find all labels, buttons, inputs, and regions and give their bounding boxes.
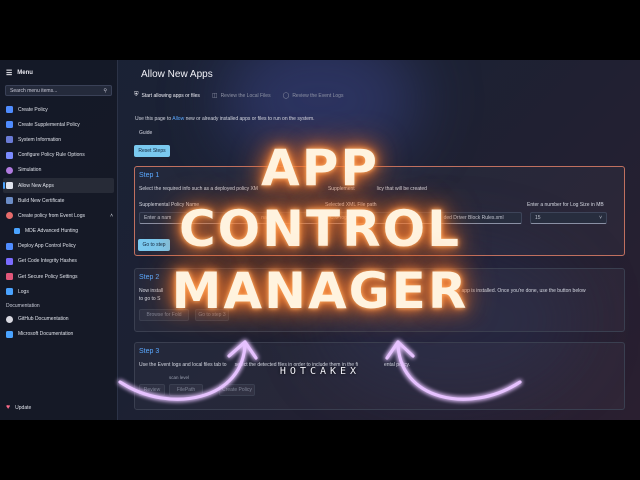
sidebar-item-mde-advanced-hunting[interactable]: MDE Advanced Hunting <box>0 224 117 239</box>
sidebar-item-create-policy[interactable]: Create Policy <box>0 102 117 117</box>
hash-icon <box>6 257 13 265</box>
sidebar-item-create-policy-from-event-logs[interactable]: Create policy from Event Logs ˄ <box>0 208 117 223</box>
logs-icon <box>6 288 13 296</box>
go-to-step-2-button[interactable]: Go to step <box>138 239 170 251</box>
step-2-text-line-2: to go to S <box>139 296 161 302</box>
review-button[interactable]: Review <box>139 384 165 396</box>
page-title: Allow New Apps <box>141 69 213 80</box>
supplemental-policy-icon <box>6 121 13 129</box>
sidebar-item-update[interactable]: ♥ Update <box>6 404 31 411</box>
sidebar-item-configure-policy-rule-options[interactable]: Configure Policy Rule Options <box>0 148 117 163</box>
step-3-text: Use the Event logs and local files tab t… <box>139 362 411 368</box>
step-3-card: Step 3 Use the Event logs and local file… <box>134 342 625 410</box>
log-size-input[interactable]: 15 ˅ <box>530 212 607 224</box>
step-2-title: Step 2 <box>139 274 160 281</box>
sidebar: ☰ Menu Search menu items... ⚲ Create Pol… <box>0 60 118 420</box>
menu-toggle[interactable]: ☰ Menu <box>0 60 117 81</box>
search-input[interactable]: Search menu items... ⚲ <box>5 85 112 96</box>
shield-icon: ⛨ <box>134 92 139 98</box>
deploy-icon <box>6 242 13 250</box>
hamburger-icon[interactable]: ☰ <box>6 69 12 77</box>
supplemental-policy-name-input[interactable]: Enter a nam nal policy <box>139 212 319 224</box>
sidebar-item-build-new-certificate[interactable]: Build New Certificate <box>0 193 117 208</box>
sidebar-item-system-information[interactable]: System Information <box>0 132 117 147</box>
policy-icon <box>6 106 13 114</box>
heart-icon: ♥ <box>6 404 11 411</box>
sidebar-item-github-documentation[interactable]: GitHub Documentation <box>0 311 117 326</box>
page-description: Use this page to Allow new or already in… <box>135 116 315 122</box>
go-to-step-3-button[interactable]: Go to step 3 <box>195 309 229 321</box>
search-icon[interactable]: ⚲ <box>103 88 107 94</box>
sidebar-item-microsoft-documentation[interactable]: Microsoft Documentation <box>0 327 117 342</box>
step-1-card: Step 1 Select the required info such as … <box>134 166 625 256</box>
hunting-icon <box>14 228 20 235</box>
event-logs-icon: ◯ <box>282 93 290 99</box>
simulation-icon <box>6 166 13 174</box>
secure-settings-icon <box>6 273 13 281</box>
nav-list: Create Policy Create Supplemental Policy… <box>0 102 117 342</box>
main-content: Allow New Apps ⛨ Start allowing apps or f… <box>126 60 640 420</box>
reset-steps-button[interactable]: Reset Steps <box>134 145 170 157</box>
step-2-card: Step 2 Now install the app is installed. … <box>134 268 625 332</box>
tab-start-allowing-apps[interactable]: ⛨ Start allowing apps or files <box>134 92 200 99</box>
tab-review-event-logs[interactable]: ◯ Review the Event Logs <box>282 92 344 100</box>
system-info-icon <box>6 136 13 144</box>
chevron-up-icon[interactable]: ˄ <box>110 213 113 219</box>
xml-file-path-label: Selected XML File path <box>325 202 377 208</box>
sidebar-item-get-secure-policy-settings[interactable]: Get Secure Policy Settings <box>0 269 117 284</box>
step-1-text: Select the required info such as a deplo… <box>139 186 427 192</box>
certificate-icon <box>6 197 13 205</box>
scan-level-label: scan level <box>169 375 190 380</box>
github-icon <box>6 315 13 323</box>
log-size-label: Enter a number for Log Size in MB <box>527 202 604 208</box>
sidebar-item-allow-new-apps[interactable]: Allow New Apps <box>3 177 114 194</box>
sidebar-item-simulation[interactable]: Simulation <box>0 163 117 178</box>
documentation-section-label: Documentation <box>6 303 40 310</box>
chevron-down-icon[interactable]: ˅ <box>599 215 602 221</box>
sidebar-item-deploy-app-control-policy[interactable]: Deploy App Control Policy <box>0 239 117 254</box>
sidebar-item-create-supplemental-policy[interactable]: Create Supplemental Policy <box>0 117 117 132</box>
xml-file-path-input[interactable]: C:\Program ded Driver Block Rules.xml <box>325 212 522 224</box>
browse-for-folder-button[interactable]: Browse for Fold <box>139 309 189 321</box>
microsoft-icon <box>6 330 13 338</box>
step-1-title: Step 1 <box>139 172 160 179</box>
step-2-text: Now install the app is installed. Once yo… <box>139 288 586 294</box>
file-path-level-select[interactable]: FilePath <box>169 384 203 396</box>
search-placeholder: Search menu items... <box>10 87 58 94</box>
files-icon: ◫ <box>211 93 218 99</box>
step-3-title: Step 3 <box>139 348 160 355</box>
supplemental-policy-name-label: Supplemental Policy Name <box>139 202 200 208</box>
letterbox-bottom <box>0 420 640 480</box>
letterbox-top <box>0 0 640 60</box>
create-policy-button[interactable]: Create Policy <box>219 384 255 396</box>
tab-bar: ⛨ Start allowing apps or files ◫ Review th… <box>134 92 343 99</box>
allow-link[interactable]: Allow <box>172 116 184 122</box>
tab-review-local-files[interactable]: ◫ Review the Local Files <box>211 92 271 100</box>
configure-icon <box>6 151 13 159</box>
check-shield-icon <box>6 182 13 190</box>
sidebar-item-logs[interactable]: Logs <box>0 284 117 299</box>
sidebar-item-get-code-integrity-hashes[interactable]: Get Code Integrity Hashes <box>0 254 117 269</box>
menu-label: Menu <box>17 70 33 76</box>
event-logs-icon <box>6 212 13 220</box>
app-window: ☰ Menu Search menu items... ⚲ Create Pol… <box>0 60 640 420</box>
guide-toggle[interactable]: Guide <box>139 130 152 136</box>
